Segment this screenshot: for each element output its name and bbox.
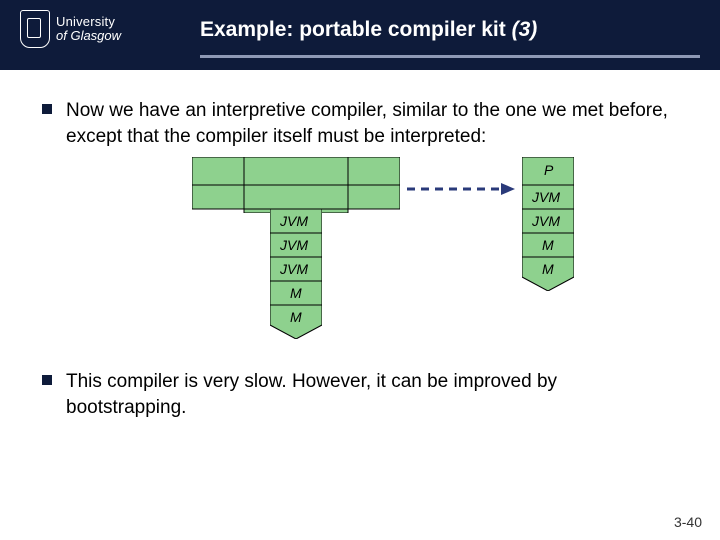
derives-arrow-icon	[407, 181, 517, 197]
bullet-1-text: Now we have an interpretive compiler, si…	[66, 98, 678, 149]
result-interp-top-label: JVM	[532, 213, 560, 229]
bullet-square-icon	[42, 104, 52, 114]
machine-right-label: M	[542, 261, 554, 277]
logo-line2: of Glasgow	[56, 29, 121, 43]
result-top-label: P	[544, 162, 553, 178]
logo-line1: University	[56, 15, 121, 29]
tombstone-diagram: P Java Java → JVM P JVM	[192, 157, 678, 357]
interp1-base-label: JVM	[280, 237, 308, 253]
result-body-label: JVM	[532, 189, 560, 205]
slide-title: Example: portable compiler kit (3)	[200, 18, 537, 42]
title-underline	[200, 55, 700, 58]
slide-number: 3-40	[674, 514, 702, 530]
title-main: Example: portable compiler kit	[200, 18, 512, 41]
title-suffix: (3)	[512, 18, 538, 41]
interp2-base-label: M	[290, 285, 302, 301]
university-logo: University of Glasgow	[20, 10, 121, 48]
bullet-2-text: This compiler is very slow. However, it …	[66, 369, 678, 420]
bullet-2: This compiler is very slow. However, it …	[42, 369, 678, 420]
slide-body: Now we have an interpretive compiler, si…	[0, 70, 720, 421]
interp1-top-label: JVM	[280, 213, 308, 229]
bullet-square-icon	[42, 375, 52, 385]
shield-icon	[20, 10, 50, 48]
interp2-top-label: JVM	[280, 261, 308, 277]
bullet-1: Now we have an interpretive compiler, si…	[42, 98, 678, 149]
header-bar: University of Glasgow Example: portable …	[0, 0, 720, 70]
result-interp-base-label: M	[542, 237, 554, 253]
machine-left-label: M	[290, 309, 302, 325]
